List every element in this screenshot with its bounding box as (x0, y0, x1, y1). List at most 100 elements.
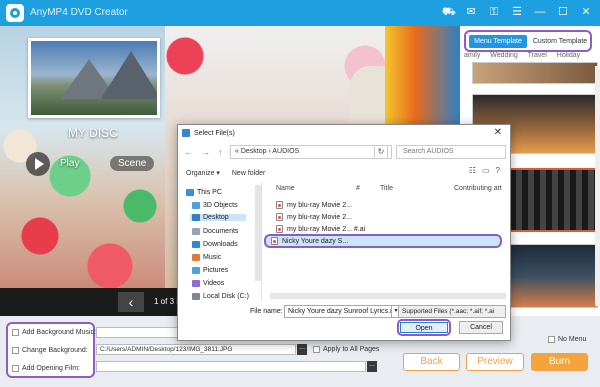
add-opening-film-row[interactable]: Add Opening Film: (12, 365, 80, 372)
no-menu-option[interactable]: No Menu (548, 336, 586, 343)
refresh-icon[interactable]: ↻ (374, 145, 388, 159)
mountain-thumbnail[interactable] (28, 38, 160, 118)
change-background-checkbox[interactable] (12, 347, 19, 354)
back-button[interactable]: Back (403, 353, 460, 371)
opening-film-field[interactable] (96, 361, 366, 372)
file-name: my blu-ray Movie 2... (287, 213, 352, 221)
category-family[interactable]: amily (464, 52, 480, 59)
nav-item-this-pc[interactable]: This PC (186, 189, 222, 196)
category-wedding[interactable]: Wedding (490, 52, 518, 59)
audio-file-icon (276, 213, 283, 221)
cart-icon[interactable]: ⛟ (442, 6, 456, 18)
file-list-scrollbar[interactable] (270, 293, 506, 299)
audio-file-icon (276, 225, 283, 233)
cancel-button[interactable]: Cancel (459, 321, 503, 334)
play-icon[interactable] (26, 152, 50, 176)
file-row-selected[interactable]: Nicky Youre dazy S... (264, 234, 502, 248)
category-travel[interactable]: Travel (528, 52, 547, 59)
pictures-icon (192, 267, 200, 274)
template-thumbnail[interactable] (472, 62, 598, 84)
apply-to-all-pages[interactable]: Apply to All Pages (313, 346, 379, 353)
scene-button[interactable]: Scene (110, 156, 155, 171)
dialog-nav-buttons: ← → ↑ (184, 147, 223, 157)
nav-item-downloads[interactable]: Downloads (192, 241, 238, 248)
dialog-title: Select File(s) (194, 129, 235, 137)
change-background-field[interactable]: C:/Users/ADMIN/Desktop/123/IMG_3811.JPG (96, 344, 296, 355)
disc-title[interactable]: MY DISC (68, 126, 118, 140)
column-number[interactable]: # (356, 185, 360, 192)
nav-item-label: Videos (203, 280, 225, 287)
cube-icon (192, 202, 200, 209)
music-icon (192, 254, 200, 261)
documents-icon (192, 228, 200, 235)
nav-item-label: Desktop (203, 214, 229, 221)
add-background-music-row[interactable]: Add Background Music: (12, 329, 96, 336)
dialog-close-icon[interactable]: ✕ (494, 127, 502, 138)
nav-item-label: 3D Objects (203, 202, 238, 209)
browse-opening-film-button[interactable]: ... (367, 361, 377, 372)
file-row[interactable]: my blu-ray Movie 2... (276, 199, 516, 211)
file-name-input[interactable]: Nicky Youre dazy Sunroof Lyrics.n (284, 305, 392, 318)
add-opening-film-label: Add Opening Film: (22, 365, 80, 372)
preview-pane-icon[interactable]: ▭ (482, 166, 490, 175)
template-scrollbar[interactable] (595, 66, 600, 306)
dialog-app-icon (182, 129, 190, 137)
nav-item-label: Local Disk (C:) (203, 293, 249, 300)
add-background-music-label: Add Background Music: (22, 329, 96, 336)
forward-arrow-icon[interactable]: → (201, 147, 210, 157)
menu-icon[interactable]: ☰ (511, 6, 523, 18)
burn-button[interactable]: Burn (531, 353, 588, 371)
search-input[interactable]: Search AUDIOS (396, 145, 506, 159)
help-icon[interactable]: ? (496, 166, 500, 175)
nav-item-label: Music (203, 254, 222, 261)
tab-custom-template[interactable]: Custom Template (532, 35, 588, 48)
file-type-select[interactable]: Supported Files (*.aac; *.aif; *.ai (398, 305, 506, 318)
nav-item-music[interactable]: Music (192, 254, 221, 261)
template-tabs: Menu Template Custom Template (464, 30, 592, 52)
column-title[interactable]: Title (380, 185, 393, 192)
category-holiday[interactable]: Holiday (557, 52, 580, 59)
column-contributing-artist[interactable]: Contributing art (454, 185, 502, 192)
organize-button[interactable]: Organize ▾ (186, 169, 220, 177)
nav-item-videos[interactable]: Videos (192, 280, 224, 287)
nav-item-desktop[interactable]: Desktop (190, 214, 246, 221)
open-button[interactable]: Open (400, 322, 448, 333)
add-background-music-checkbox[interactable] (12, 329, 19, 336)
close-icon[interactable]: ✕ (580, 6, 592, 18)
file-name: my blu-ray Movie 2... (287, 201, 352, 209)
maximize-icon[interactable]: ☐ (557, 6, 569, 18)
no-menu-checkbox[interactable] (548, 336, 555, 343)
column-name[interactable]: Name (276, 185, 295, 192)
up-arrow-icon[interactable]: ↑ (218, 147, 223, 157)
nav-item-3d-objects[interactable]: 3D Objects (192, 202, 238, 209)
play-label[interactable]: Play (60, 158, 79, 169)
nav-item-pictures[interactable]: Pictures (192, 267, 228, 274)
desktop-icon (192, 214, 200, 221)
browse-background-button[interactable]: ... (297, 344, 307, 355)
apply-to-all-checkbox[interactable] (313, 346, 320, 353)
view-options: ☷ ▭ ? (469, 166, 500, 175)
key-icon[interactable]: ⚿ (488, 6, 500, 18)
nav-item-local-disk[interactable]: Local Disk (C:) (192, 293, 249, 300)
change-background-row[interactable]: Change Background: (12, 347, 88, 354)
file-row[interactable]: my blu-ray Movie 2... (276, 211, 516, 223)
navigation-scrollbar[interactable] (255, 185, 261, 281)
new-folder-button[interactable]: New folder (232, 170, 265, 177)
back-arrow-icon[interactable]: ← (184, 147, 193, 157)
tab-menu-template[interactable]: Menu Template (469, 35, 527, 48)
title-bar: AnyMP4 DVD Creator ⛟ ✉ ⚿ ☰ — ☐ ✕ (0, 0, 600, 26)
dialog-toolbar: Organize ▾ New folder (178, 165, 510, 181)
nav-item-documents[interactable]: Documents (192, 228, 238, 235)
add-opening-film-checkbox[interactable] (12, 365, 19, 372)
minimize-icon[interactable]: — (534, 6, 546, 18)
chat-icon[interactable]: ✉ (465, 6, 477, 18)
address-bar[interactable]: « Desktop › AUDIOS (230, 145, 392, 159)
file-name-label: File name: (250, 308, 283, 315)
view-icon[interactable]: ☷ (469, 166, 476, 175)
preview-button[interactable]: Preview (466, 353, 524, 371)
disk-icon (192, 293, 200, 300)
previous-page-button[interactable]: ‹ (118, 292, 144, 312)
options-highlight: Add Background Music: Change Background:… (6, 322, 96, 378)
navigation-pane: This PC 3D Objects Desktop Documents Dow… (178, 183, 262, 301)
downloads-icon (192, 241, 200, 248)
